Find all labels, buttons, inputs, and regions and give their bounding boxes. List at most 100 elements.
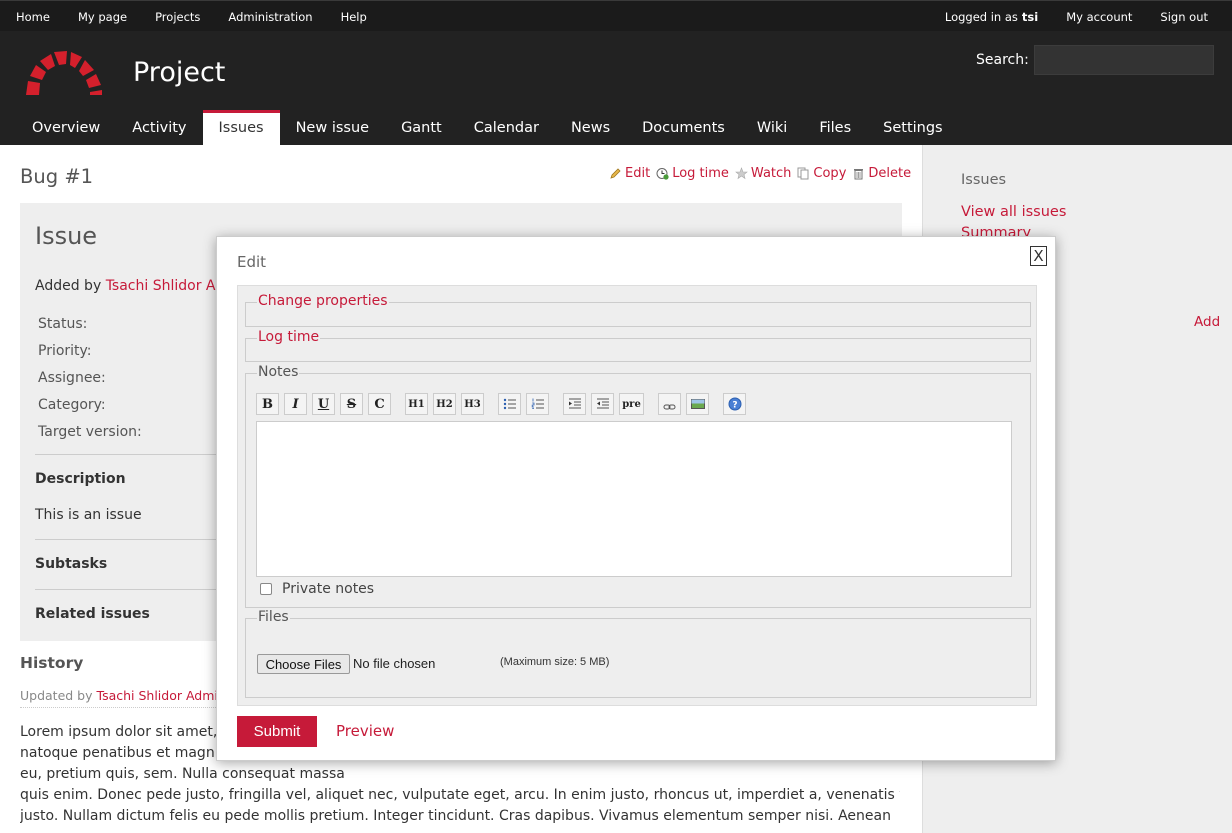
notes-fieldset: Notes B I U S C H1 H2 H3 pre ? Private n… (245, 364, 1031, 608)
issue-author-link[interactable]: Tsachi Shlidor Ac (106, 278, 223, 294)
tab-wiki[interactable]: Wiki (741, 110, 803, 145)
divider (35, 454, 235, 455)
tab-overview[interactable]: Overview (16, 110, 116, 145)
private-notes-option[interactable]: Private notes (260, 581, 374, 597)
bullet-list-icon (503, 398, 516, 410)
subtasks-title: Subtasks (35, 556, 108, 572)
edit-form: Change properties Log time Notes B I U S… (237, 285, 1037, 706)
project-title[interactable]: Project (133, 57, 225, 88)
delete-action[interactable]: Delete (852, 166, 911, 181)
target-version-label: Target version: (38, 424, 142, 440)
history-title: History (20, 654, 84, 672)
trash-icon (854, 169, 864, 180)
log-time-link[interactable]: Log time (672, 166, 729, 181)
top-menu-administration[interactable]: Administration (228, 10, 312, 24)
delete-link[interactable]: Delete (868, 166, 911, 181)
notes-textarea[interactable] (256, 421, 1012, 577)
tab-settings[interactable]: Settings (867, 110, 958, 145)
ordered-list-button[interactable] (526, 393, 549, 415)
top-menu-my-page[interactable]: My page (78, 10, 127, 24)
pencil-icon (610, 168, 621, 179)
edit-modal: Edit X Change properties Log time Notes … (216, 236, 1056, 761)
notes-legend: Notes (257, 364, 300, 380)
modal-title: Edit (237, 253, 267, 271)
tab-new-issue[interactable]: New issue (280, 110, 385, 145)
outdent-button[interactable] (591, 393, 614, 415)
status-label: Status: (38, 316, 88, 332)
top-menu-sign-out[interactable]: Sign out (1160, 10, 1208, 24)
edit-action[interactable]: Edit (609, 166, 650, 181)
contextual-actions: Edit Log time Watch Copy Delete (609, 166, 917, 181)
file-status: No file chosen (353, 656, 436, 671)
help-icon: ? (728, 397, 741, 411)
underline-button[interactable]: U (312, 393, 335, 415)
issue-subject: Issue (35, 222, 98, 250)
heading2-button[interactable]: H2 (433, 393, 456, 415)
help-button[interactable]: ? (723, 393, 746, 415)
log-time-action[interactable]: Log time (656, 166, 729, 181)
heading1-button[interactable]: H1 (405, 393, 428, 415)
copy-icon (797, 167, 809, 180)
svg-text:?: ? (732, 401, 737, 411)
tab-issues[interactable]: Issues (202, 110, 280, 145)
strikethrough-button[interactable]: S (340, 393, 363, 415)
star-icon (735, 167, 748, 180)
tab-gantt[interactable]: Gantt (385, 110, 458, 145)
divider (35, 539, 235, 540)
top-menu-help[interactable]: Help (341, 10, 367, 24)
related-issues-title: Related issues (35, 606, 150, 622)
tab-activity[interactable]: Activity (116, 110, 202, 145)
log-time-toggle[interactable]: Log time (257, 329, 321, 345)
italic-button[interactable]: I (284, 393, 307, 415)
journal-author-link[interactable]: Tsachi Shlidor Admin (97, 688, 217, 703)
sidebar-summary[interactable]: Summary (961, 225, 1031, 236)
link-icon (663, 404, 675, 410)
bold-button[interactable]: B (256, 393, 279, 415)
preview-link[interactable]: Preview (336, 722, 394, 740)
updated-by-label: Updated by (20, 688, 93, 703)
copy-link[interactable]: Copy (813, 166, 846, 181)
indent-button[interactable] (563, 393, 586, 415)
edit-link[interactable]: Edit (625, 166, 650, 181)
sidebar-view-all-issues[interactable]: View all issues (961, 204, 1066, 220)
tab-calendar[interactable]: Calendar (458, 110, 555, 145)
tab-files[interactable]: Files (803, 110, 867, 145)
journal-header: Updated by Tsachi Shlidor Admin (20, 688, 216, 708)
change-properties-fieldset: Change properties (245, 293, 1031, 327)
added-by-label: Added by (35, 278, 102, 294)
image-icon (690, 399, 705, 409)
top-menu: Home My page Projects Administration Hel… (0, 0, 1232, 31)
top-menu-home[interactable]: Home (16, 10, 50, 24)
search-label: Search: (976, 52, 1029, 68)
private-notes-checkbox[interactable] (260, 583, 272, 595)
change-properties-toggle[interactable]: Change properties (257, 293, 389, 309)
copy-action[interactable]: Copy (797, 166, 846, 181)
header: Project Search: Overview Activity Issues… (0, 31, 1232, 145)
logged-in-user[interactable]: tsi (1022, 10, 1038, 24)
tab-documents[interactable]: Documents (626, 110, 741, 145)
description-title: Description (35, 471, 126, 487)
image-button[interactable] (686, 393, 709, 415)
heading3-button[interactable]: H3 (461, 393, 484, 415)
pre-button[interactable]: pre (619, 393, 644, 415)
journal-line: justo. Nullam dictum felis eu pede molli… (20, 808, 891, 824)
sidebar-add-link[interactable]: Add (1194, 314, 1220, 330)
watch-action[interactable]: Watch (735, 166, 791, 181)
log-time-fieldset: Log time (245, 329, 1031, 362)
watch-link[interactable]: Watch (751, 166, 791, 181)
tab-news[interactable]: News (555, 110, 626, 145)
top-menu-projects[interactable]: Projects (155, 10, 200, 24)
choose-files-button[interactable]: Choose Files (257, 654, 350, 674)
link-button[interactable] (658, 393, 681, 415)
clock-add-icon (656, 168, 669, 180)
submit-button[interactable]: Submit (237, 716, 317, 747)
search-input[interactable] (1034, 45, 1214, 75)
page-title: Bug #1 (20, 165, 94, 188)
unordered-list-button[interactable] (498, 393, 521, 415)
logged-in-as-label: Logged in as (944, 10, 1018, 24)
code-button[interactable]: C (368, 393, 391, 415)
close-button[interactable]: X (1030, 246, 1047, 266)
sidebar-title: Issues (961, 172, 1007, 188)
private-notes-label: Private notes (282, 581, 375, 597)
top-menu-my-account[interactable]: My account (1066, 10, 1132, 24)
